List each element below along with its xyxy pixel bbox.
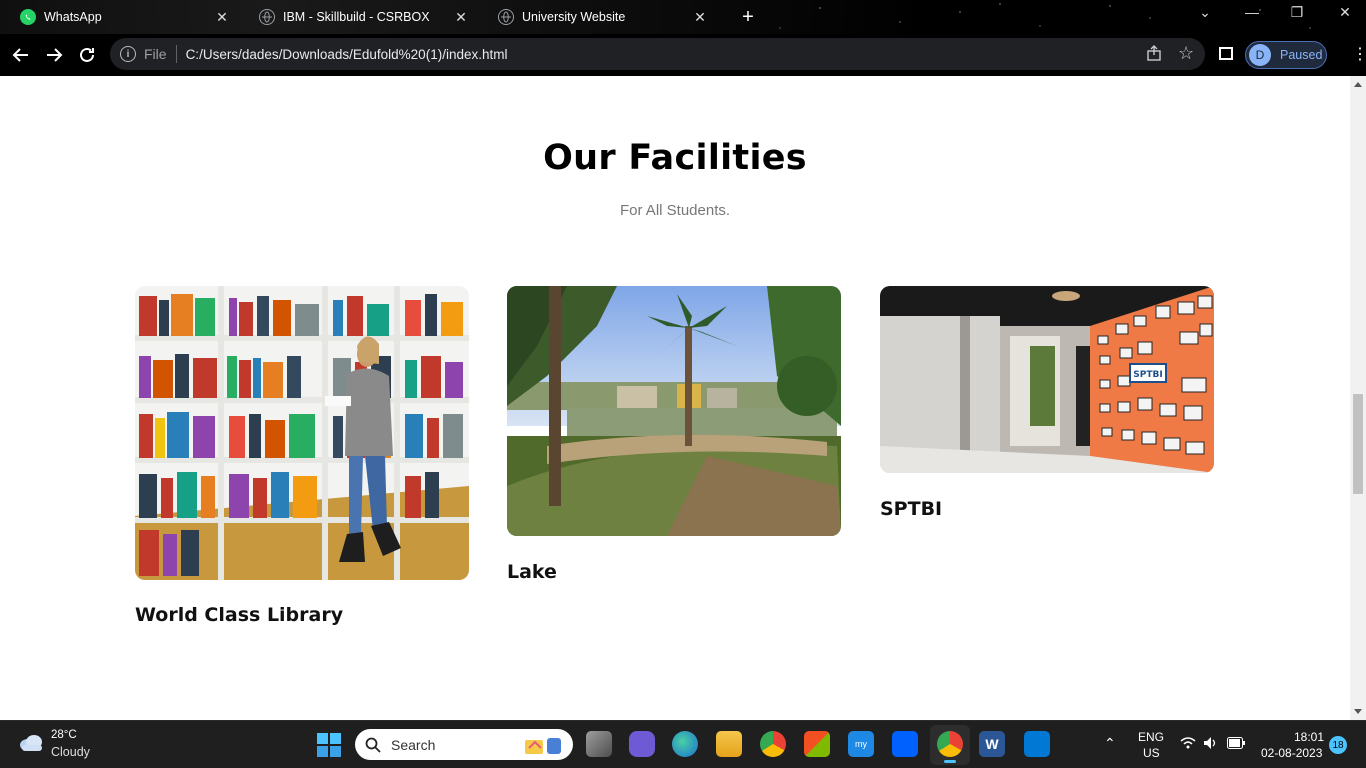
dropbox-icon[interactable] <box>892 731 918 757</box>
chrome-profile-active[interactable] <box>930 725 970 765</box>
active-indicator <box>944 760 956 763</box>
sptbi-photo[interactable]: SPTBI <box>880 286 1214 473</box>
cloud-icon[interactable] <box>18 733 44 758</box>
lake-photo[interactable] <box>507 286 841 536</box>
reload-icon <box>80 47 94 62</box>
scrollbar-thumb[interactable] <box>1353 394 1363 494</box>
side-panel-icon[interactable] <box>1219 47 1233 60</box>
tab-title: University Website <box>522 10 626 24</box>
reload-button[interactable] <box>75 43 99 67</box>
teams-chat-icon[interactable] <box>629 731 655 757</box>
scroll-down-icon[interactable] <box>1354 709 1362 714</box>
task-view-icon[interactable] <box>586 731 612 757</box>
battery-icon[interactable] <box>1227 737 1245 752</box>
clock-date[interactable]: 02-08-2023 <box>1261 746 1322 760</box>
url-scheme-label: File <box>144 46 167 62</box>
divider <box>175 45 177 63</box>
bookmark-star-icon[interactable]: ☆ <box>1178 43 1194 64</box>
globe-icon <box>259 9 275 25</box>
windows-start-icon[interactable] <box>317 733 341 762</box>
section-subheading: For All Students. <box>619 202 731 219</box>
tab-university-website[interactable]: University Website ✕ <box>478 0 716 34</box>
profile-button[interactable]: D Paused <box>1245 41 1327 69</box>
card-title: SPTBI <box>880 498 943 520</box>
tab-whatsapp[interactable]: WhatsApp ✕ <box>0 0 238 34</box>
tab-search-chevron-icon[interactable]: ⌄ <box>1190 4 1220 21</box>
search-icon <box>365 737 381 753</box>
svg-text:SPTBI: SPTBI <box>1133 370 1162 380</box>
url-text[interactable]: C:/Users/dades/Downloads/Edufold%20(1)/i… <box>186 47 508 62</box>
whatsapp-icon <box>20 9 36 25</box>
card-title: Lake <box>507 561 557 583</box>
weather-temperature[interactable]: 28°C <box>51 729 77 741</box>
myhp-icon[interactable]: my <box>848 731 874 757</box>
word-icon[interactable]: W <box>979 731 1005 757</box>
taskbar-search[interactable]: Search <box>355 729 573 760</box>
close-icon[interactable]: ✕ <box>212 9 232 26</box>
file-explorer-icon[interactable] <box>716 731 742 757</box>
search-highlight-icon <box>521 734 565 756</box>
page-content: Our Facilities For All Students. World C… <box>0 76 1350 720</box>
language-indicator[interactable]: ENG <box>1138 730 1164 744</box>
card-title: World Class Library <box>135 604 344 626</box>
profile-status: Paused <box>1280 48 1323 62</box>
arrow-left-icon <box>12 48 28 62</box>
microsoft-store-icon[interactable] <box>804 731 830 757</box>
windows-taskbar: 28°C Cloudy Search my W ⌃ ENG US 18:01 0… <box>0 720 1366 768</box>
share-icon[interactable] <box>1146 45 1162 65</box>
restore-button[interactable]: ❐ <box>1282 4 1312 21</box>
avatar: D <box>1249 44 1271 66</box>
notification-badge[interactable]: 18 <box>1329 736 1347 754</box>
language-region[interactable]: US <box>1143 746 1160 760</box>
weather-condition[interactable]: Cloudy <box>51 745 90 759</box>
scroll-up-icon[interactable] <box>1354 82 1362 87</box>
menu-kebab-icon[interactable]: ⋮ <box>1352 44 1366 64</box>
browser-toolbar: i File C:/Users/dades/Downloads/Edufold%… <box>0 34 1366 76</box>
window-close-button[interactable]: ✕ <box>1330 4 1360 21</box>
clock-time[interactable]: 18:01 <box>1294 730 1324 744</box>
chevron-up-icon[interactable]: ⌃ <box>1104 735 1116 752</box>
chrome-icon[interactable] <box>760 731 786 757</box>
vscode-icon[interactable] <box>1024 731 1050 757</box>
new-tab-button[interactable]: + <box>738 6 758 29</box>
globe-icon <box>498 9 514 25</box>
volume-icon[interactable] <box>1203 736 1219 753</box>
wifi-icon[interactable] <box>1180 736 1196 753</box>
edge-browser-icon[interactable] <box>672 731 698 757</box>
browser-titlebar: WhatsApp ✕ IBM - Skillbuild - CSRBOX ✕ U… <box>0 0 1366 34</box>
tab-ibm-skillbuild[interactable]: IBM - Skillbuild - CSRBOX ✕ <box>239 0 477 34</box>
close-icon[interactable]: ✕ <box>690 9 710 26</box>
section-heading: Our Facilities <box>543 138 807 178</box>
chrome-icon <box>937 731 963 757</box>
search-label: Search <box>391 737 436 753</box>
address-bar[interactable]: i File C:/Users/dades/Downloads/Edufold%… <box>110 38 1205 70</box>
page-scrollbar[interactable] <box>1350 76 1366 720</box>
library-photo[interactable] <box>135 286 469 580</box>
minimize-button[interactable]: — <box>1237 4 1267 20</box>
tab-title: WhatsApp <box>44 10 102 24</box>
forward-button[interactable] <box>42 43 66 67</box>
tab-title: IBM - Skillbuild - CSRBOX <box>283 10 430 24</box>
back-button[interactable] <box>9 43 33 67</box>
close-icon[interactable]: ✕ <box>451 9 471 26</box>
arrow-right-icon <box>47 48 63 62</box>
info-icon[interactable]: i <box>120 46 136 62</box>
